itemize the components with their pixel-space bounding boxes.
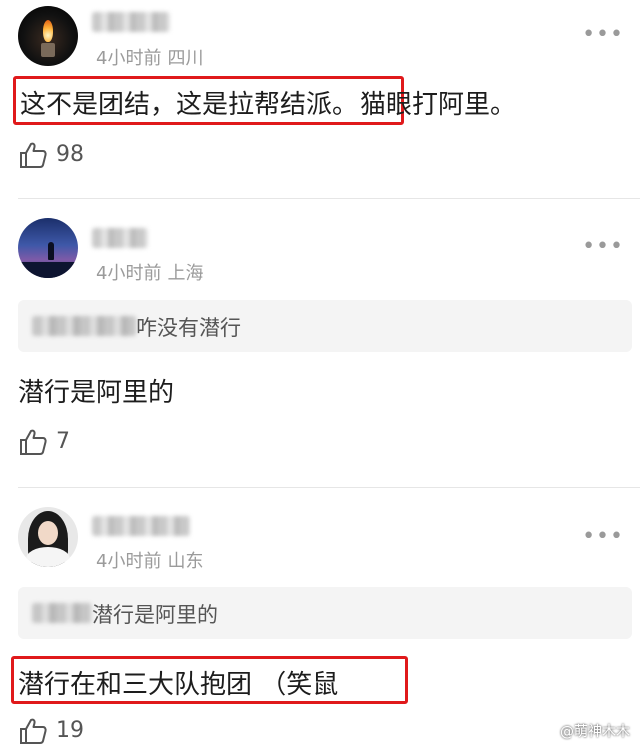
comment-meta: 4小时前 山东 bbox=[96, 547, 209, 573]
quoted-username-blurred bbox=[32, 316, 136, 336]
avatar-clothing bbox=[26, 547, 70, 567]
divider bbox=[18, 487, 640, 488]
avatar-ground bbox=[18, 262, 78, 278]
comment-text: 这不是团结，这是拉帮结派。猫眼打阿里。 bbox=[20, 84, 516, 121]
quoted-reply[interactable]: 咋没有潜行 bbox=[18, 300, 632, 352]
avatar[interactable] bbox=[18, 507, 78, 567]
more-dots-icon[interactable]: ••• bbox=[582, 524, 624, 549]
candle bbox=[41, 43, 55, 57]
comment-time: 4小时前 bbox=[96, 263, 162, 284]
divider bbox=[18, 198, 640, 199]
thumbs-up-icon bbox=[20, 718, 47, 744]
quoted-text: 咋没有潜行 bbox=[136, 316, 241, 340]
quoted-reply[interactable]: 潜行是阿里的 bbox=[18, 587, 632, 639]
more-dots-icon[interactable]: ••• bbox=[582, 22, 624, 47]
watermark: @萌神木木 bbox=[560, 724, 630, 740]
avatar[interactable] bbox=[18, 218, 78, 278]
thumbs-up-icon bbox=[20, 429, 47, 455]
comment-location: 上海 bbox=[167, 263, 204, 284]
comment-text: 潜行在和三大队抱团 （笑鼠 bbox=[18, 670, 339, 700]
username-blurred[interactable] bbox=[92, 228, 148, 248]
thumbs-up-icon bbox=[20, 142, 47, 168]
comment-location: 山东 bbox=[167, 551, 204, 572]
comment-text-highlighted: 这不是团结，这是拉帮结派。 bbox=[20, 90, 359, 120]
like-count: 7 bbox=[56, 429, 70, 454]
avatar[interactable] bbox=[18, 6, 78, 66]
quoted-username-blurred bbox=[32, 603, 92, 623]
avatar-figure bbox=[48, 242, 54, 260]
more-dots-icon[interactable]: ••• bbox=[582, 234, 624, 259]
username-blurred[interactable] bbox=[92, 12, 170, 32]
comment-time: 4小时前 bbox=[96, 48, 162, 69]
username-blurred[interactable] bbox=[92, 516, 190, 536]
comment-time: 4小时前 bbox=[96, 551, 162, 572]
like-count: 98 bbox=[56, 142, 84, 167]
comment-location: 四川 bbox=[167, 48, 204, 69]
comment-text: 潜行是阿里的 bbox=[18, 378, 175, 408]
candle-flame bbox=[43, 20, 53, 42]
comment-text-rest: 猫眼打阿里。 bbox=[360, 90, 517, 120]
comment-meta: 4小时前 四川 bbox=[96, 44, 209, 70]
like-count: 19 bbox=[56, 718, 84, 743]
comment-meta: 4小时前 上海 bbox=[96, 259, 209, 285]
avatar-face bbox=[38, 521, 58, 545]
quoted-text: 潜行是阿里的 bbox=[92, 603, 218, 627]
